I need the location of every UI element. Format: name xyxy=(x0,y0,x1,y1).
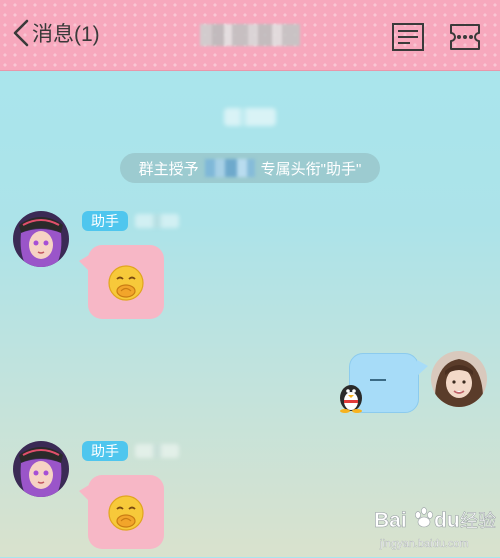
my-avatar[interactable] xyxy=(431,351,487,407)
message-bubble[interactable] xyxy=(79,475,164,549)
bubble-tail xyxy=(417,360,428,376)
notice-prefix: 群主授予 xyxy=(138,160,199,178)
chevron-left-icon xyxy=(13,19,29,47)
watermark-suffix: 经验 xyxy=(460,511,496,532)
group-profile-button[interactable] xyxy=(448,22,482,57)
baidu-logo-icon: Bai du 经验 jingyan.baidu.com xyxy=(374,507,496,550)
emoji-face-icon xyxy=(108,265,144,301)
avatar-character-icon xyxy=(13,441,69,497)
sender-name xyxy=(135,214,179,228)
watermark-logo-text: Bai xyxy=(374,509,407,532)
member-title-badge: 助手 xyxy=(82,211,128,231)
sender-name xyxy=(135,444,179,458)
member-name-redacted xyxy=(204,159,255,177)
sender-avatar[interactable] xyxy=(13,441,69,497)
message-bubble[interactable] xyxy=(79,245,164,319)
system-notice: 群主授予 专属头衔"助手" xyxy=(120,153,380,183)
message-text xyxy=(370,379,386,381)
baidu-jingyan-watermark: Bai du 经验 jingyan.baidu.com xyxy=(372,503,496,558)
group-profile-icon xyxy=(450,24,480,50)
penguin-bubble-decoration-icon xyxy=(340,385,362,413)
back-button[interactable]: 消息(1) xyxy=(12,18,100,48)
avatar-character-icon xyxy=(13,211,69,267)
group-notice-button[interactable] xyxy=(391,22,425,57)
back-label: 消息(1) xyxy=(32,23,100,46)
group-title xyxy=(200,24,300,46)
watermark-logo-text-2: du xyxy=(434,509,460,532)
member-title-badge: 助手 xyxy=(82,441,128,461)
bubble-tail xyxy=(79,255,89,271)
timestamp xyxy=(224,108,276,126)
watermark-url: jingyan.baidu.com xyxy=(379,538,469,550)
notice-suffix: 专属头衔"助手" xyxy=(260,160,362,178)
bubble-tail xyxy=(79,485,89,501)
sender-avatar[interactable] xyxy=(13,211,69,267)
chat-header: 消息(1) xyxy=(0,0,500,71)
avatar-photo-icon xyxy=(431,351,487,407)
emoji-face-icon xyxy=(108,495,144,531)
notice-list-icon xyxy=(392,23,424,51)
